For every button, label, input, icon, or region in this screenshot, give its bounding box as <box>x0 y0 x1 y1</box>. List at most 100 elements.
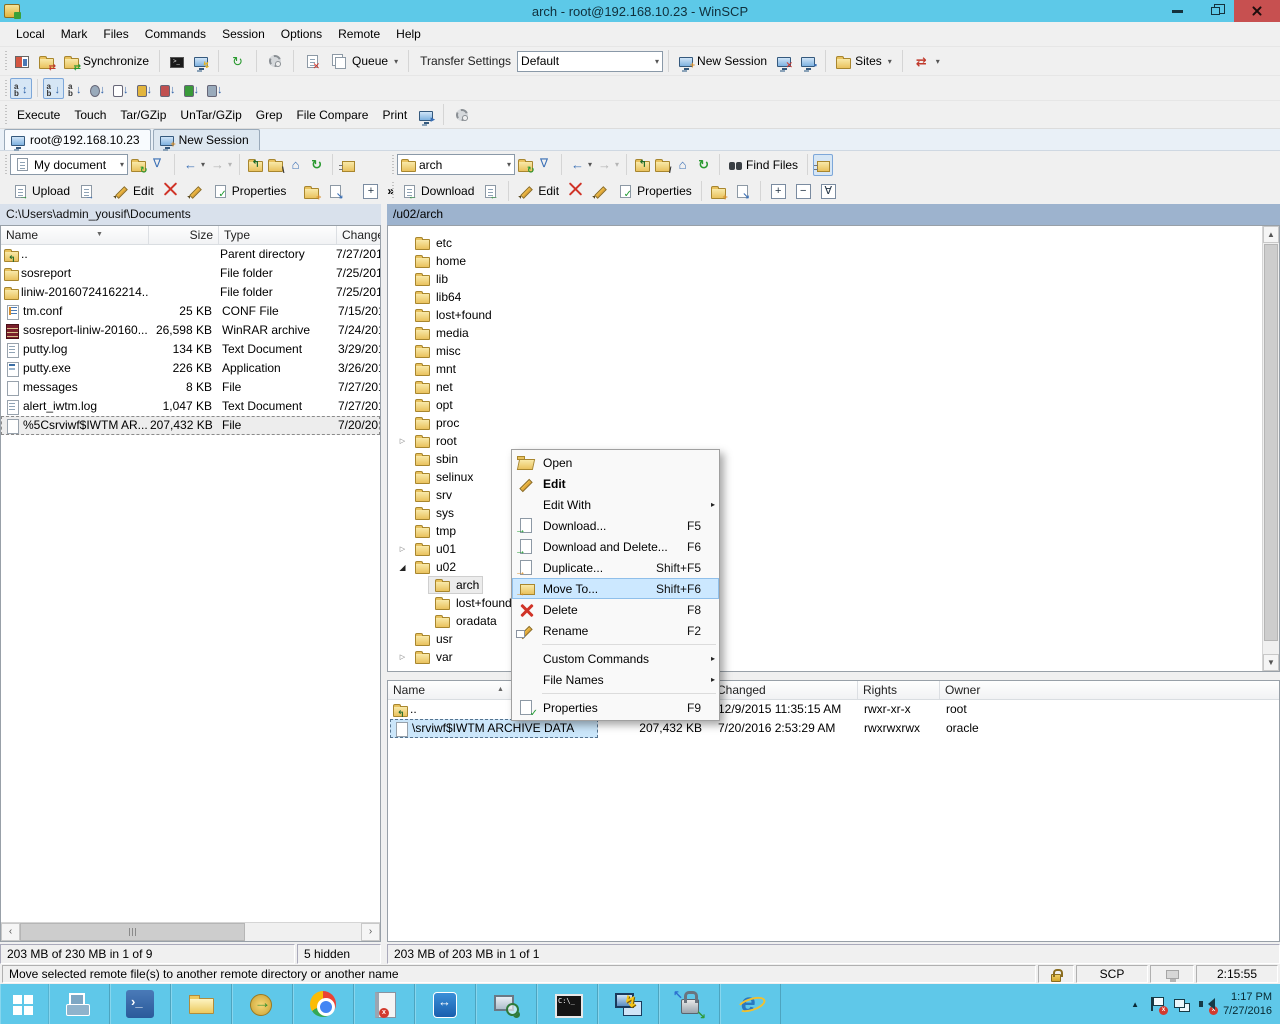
local-drive-combo[interactable]: My document▾ <box>10 154 128 175</box>
context-menu-item-rename[interactable]: RenameF2 <box>512 620 719 641</box>
sort-by-changed-button[interactable]: ↓ <box>109 78 133 99</box>
column-header-changed[interactable]: Changed <box>337 226 380 244</box>
context-menu-item-delete[interactable]: DeleteF8 <box>512 599 719 620</box>
remote-new-file-button[interactable]: ↘ <box>730 180 755 202</box>
restore-button[interactable] <box>1196 0 1234 22</box>
taskbar-app-internet-explorer[interactable] <box>720 984 781 1024</box>
close-button[interactable] <box>1234 0 1280 22</box>
file-row[interactable]: putty.exe226 KBApplication3/26/2016 <box>1 359 380 378</box>
console-button[interactable] <box>165 49 189 73</box>
column-header-name[interactable]: Name▼ <box>1 226 149 244</box>
tree-node-home[interactable]: home <box>388 252 1262 270</box>
file-row[interactable]: sosreportFile folder7/25/2016 <box>1 264 380 283</box>
file-row[interactable]: sosreport-liniw-20160...26,598 KBWinRAR … <box>1 321 380 340</box>
remote-open-directory-button[interactable]: ↻ <box>515 154 535 176</box>
tree-node-opt[interactable]: opt <box>388 396 1262 414</box>
command-file-compare[interactable]: File Compare <box>289 102 375 128</box>
context-menu-item-file-names[interactable]: File Names▸ <box>512 669 719 690</box>
sort-by-owner-button[interactable]: ↓ <box>180 78 204 99</box>
remote-directory-combo[interactable]: arch▾ <box>397 154 515 175</box>
remote-filter-list-button[interactable]: ∀ <box>816 180 841 202</box>
menu-session[interactable]: Session <box>214 22 273 47</box>
remote-delete-button[interactable] <box>563 180 588 202</box>
taskbar-app-sticky-notes[interactable] <box>354 984 415 1024</box>
remote-edit-button[interactable]: Edit <box>514 180 563 202</box>
file-row[interactable]: messages8 KBFile7/27/2016 <box>1 378 380 397</box>
tree-node-root[interactable]: ▷root <box>388 432 1262 450</box>
menu-mark[interactable]: Mark <box>53 22 96 47</box>
sort-by-name-button[interactable]: ab↓ <box>43 78 65 99</box>
command-tar-gzip[interactable]: Tar/GZip <box>113 102 173 128</box>
tree-node-net[interactable]: net <box>388 378 1262 396</box>
run-command-button[interactable]: ↯ <box>189 49 213 73</box>
protocol-cell[interactable]: SCP <box>1076 965 1148 983</box>
local-home-directory-button[interactable]: ⌂ <box>285 154 306 176</box>
sort-by-extension-button[interactable]: ab↓ <box>64 78 86 99</box>
remote-forward-button[interactable]: →▾ <box>594 154 621 176</box>
local-open-directory-button[interactable]: ↻ <box>128 154 148 176</box>
customize-button[interactable] <box>449 103 475 127</box>
remote-path-bar[interactable]: /u02/arch <box>387 204 1280 225</box>
taskbar-clock[interactable]: 1:17 PM 7/27/2016 <box>1223 990 1276 1018</box>
file-row[interactable]: liniw-20160724162214...File folder7/25/2… <box>1 283 380 302</box>
context-menu-item-edit[interactable]: Edit <box>512 473 719 494</box>
network-status-icon[interactable] <box>1173 996 1189 1012</box>
session-tab-new[interactable]: +New Session <box>153 129 260 150</box>
local-refresh-button[interactable]: ↻ <box>306 154 327 176</box>
action-center-flag-icon[interactable]: x <box>1148 996 1164 1012</box>
local-path-bar[interactable]: C:\Users\admin_yousif\Documents <box>0 204 381 225</box>
sites-button[interactable]: Sites▾ <box>831 49 897 73</box>
remote-new-folder-button[interactable]: + <box>707 180 730 202</box>
remote-unselect-button[interactable]: − <box>791 180 816 202</box>
tree-node-etc[interactable]: etc <box>388 234 1262 252</box>
volume-muted-icon[interactable]: x <box>1198 996 1214 1012</box>
remote-parent-directory-button[interactable] <box>632 154 652 176</box>
command-touch[interactable]: Touch <box>67 102 113 128</box>
local-parent-directory-button[interactable] <box>245 154 265 176</box>
column-header-rights[interactable]: Rights <box>858 681 940 699</box>
remote-back-button[interactable]: ←▾ <box>567 154 594 176</box>
local-back-button[interactable]: ←▾ <box>180 154 207 176</box>
local-new-file-button[interactable]: ↘ <box>323 180 348 202</box>
taskbar-app-file-explorer[interactable] <box>171 984 232 1024</box>
scroll-up-arrow-icon[interactable]: ▲ <box>1263 226 1279 243</box>
command-untar-gzip[interactable]: UnTar/GZip <box>173 102 248 128</box>
synchronize-browsing-button[interactable]: ⇄ <box>34 49 59 73</box>
local-rename-button[interactable] <box>183 180 208 202</box>
upload-button[interactable]: →Upload <box>8 180 74 202</box>
context-menu-item-properties[interactable]: PropertiesF9 <box>512 697 719 718</box>
remote-home-directory-button[interactable]: ⌂ <box>672 154 693 176</box>
refresh-session-button[interactable]: ↻ <box>224 49 251 73</box>
scroll-down-arrow-icon[interactable]: ▼ <box>1263 654 1279 671</box>
taskbar-app-search-tool[interactable] <box>476 984 537 1024</box>
start-button[interactable] <box>0 984 49 1024</box>
taskbar-app-chrome[interactable] <box>293 984 354 1024</box>
taskbar-app-teamviewer[interactable] <box>415 984 476 1024</box>
tree-node-lib64[interactable]: lib64 <box>388 288 1262 306</box>
menu-local[interactable]: Local <box>8 22 53 47</box>
remote-root-directory-button[interactable]: / <box>652 154 672 176</box>
menu-options[interactable]: Options <box>273 22 330 47</box>
column-header-owner[interactable]: Owner <box>940 681 1279 699</box>
tree-node-media[interactable]: media <box>388 324 1262 342</box>
sort-by-rights-button[interactable]: ↓ <box>156 78 180 99</box>
remote-properties-button[interactable]: Properties <box>613 180 696 202</box>
sort-by-type-button[interactable]: ↓ <box>86 78 110 99</box>
taskbar-app-server-manager[interactable] <box>49 984 110 1024</box>
scrollbar-thumb[interactable] <box>1264 244 1278 641</box>
tree-node-mnt[interactable]: mnt <box>388 360 1262 378</box>
taskbar-app-powershell[interactable] <box>110 984 171 1024</box>
transfer-settings-combo[interactable]: Default▾ <box>517 51 663 72</box>
context-menu-item-move-to[interactable]: Move To...Shift+F6 <box>512 578 719 599</box>
scroll-left-arrow-icon[interactable]: ‹ <box>1 923 20 941</box>
preferences-button[interactable] <box>262 49 288 73</box>
find-files-button[interactable]: Find Files <box>725 154 802 176</box>
context-menu-item-download-and-delete[interactable]: Download and Delete...F6 <box>512 536 719 557</box>
minimize-button[interactable] <box>1158 0 1196 22</box>
file-row[interactable]: %5Csrviwf$IWTM AR...207,432 KBFile7/20/2… <box>1 416 380 435</box>
local-new-folder-button[interactable]: + <box>300 180 323 202</box>
scrollbar-thumb[interactable] <box>20 923 245 941</box>
local-horizontal-scrollbar[interactable]: ‹ › <box>1 922 380 941</box>
menu-remote[interactable]: Remote <box>330 22 388 47</box>
close-session-button[interactable]: ✕ <box>772 49 796 73</box>
